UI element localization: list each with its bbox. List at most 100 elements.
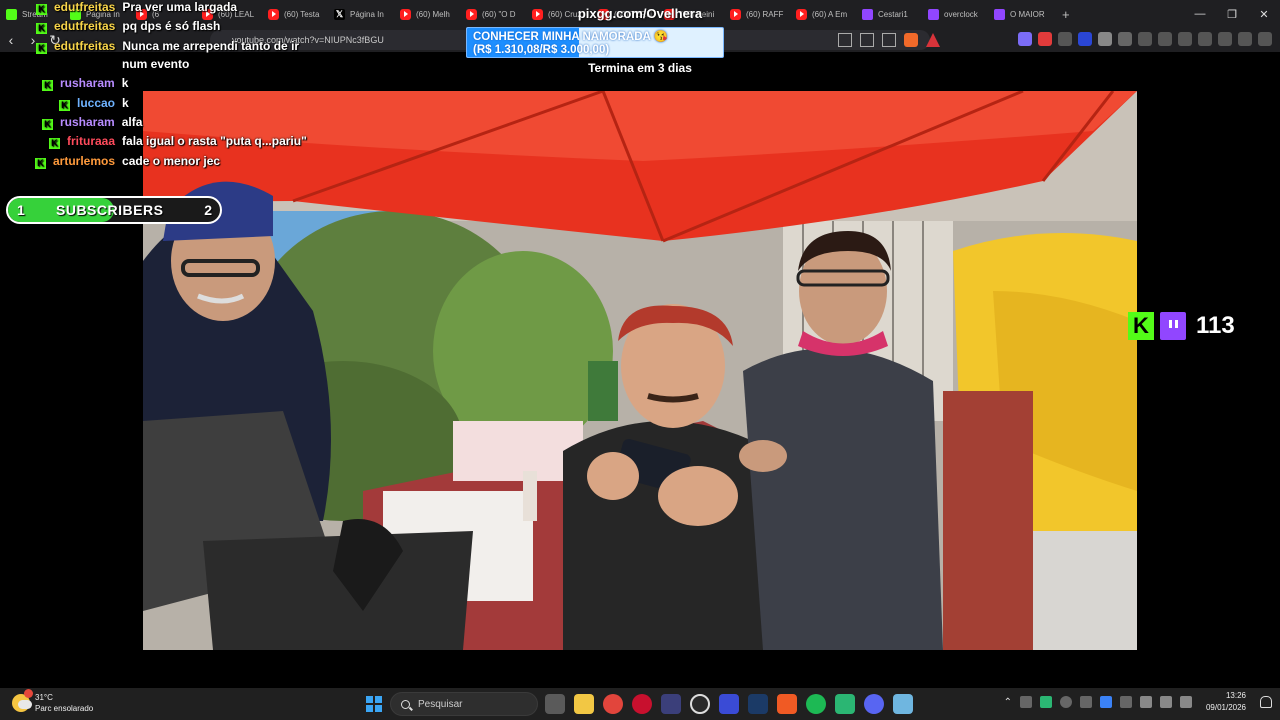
chat-message: Krusharam alfa <box>42 115 143 130</box>
chat-username: rusharam <box>60 76 115 90</box>
chat-message: Kluccao k <box>59 96 129 111</box>
twitch-icon <box>1160 312 1186 340</box>
search-placeholder: Pesquisar <box>418 698 463 710</box>
viewer-counter: K 113 <box>1128 312 1235 340</box>
kick-badge-icon: K <box>49 138 60 149</box>
chat-text: k <box>121 76 129 90</box>
app-icon[interactable] <box>835 694 855 714</box>
tray-icon[interactable] <box>1119 696 1132 708</box>
weather-temp: 31°C <box>35 693 53 702</box>
chat-text: Nunca me arrependi tanto de ir <box>122 39 300 53</box>
pix-title: pixgg.com/Ovelhera <box>577 6 703 21</box>
chevron-up-icon[interactable]: ⌃ <box>1004 697 1012 708</box>
puzzle-icon[interactable] <box>1138 32 1152 46</box>
clock-time: 13:26 <box>1225 691 1246 700</box>
donation-countdown: Termina em 3 dias <box>588 61 692 75</box>
weather-widget[interactable]: 31°C Parc ensolarado <box>12 689 94 714</box>
chat-text: alfa <box>121 115 143 129</box>
subscriber-goal-bar: 1 SUBSCRIBERS 2 <box>6 196 222 224</box>
microphone-icon[interactable] <box>1139 696 1152 708</box>
app-icon[interactable] <box>661 694 681 714</box>
chrome-icon[interactable] <box>603 694 623 714</box>
tray-icon[interactable] <box>1059 696 1072 708</box>
screen: Stream Página In (6 (60) LEAL (60) Testa 𝕏 Pág… <box>0 0 1280 720</box>
kick-badge-icon: K <box>36 23 47 34</box>
menu-icon[interactable] <box>1258 32 1272 46</box>
chat-username: luccao <box>77 96 116 110</box>
chat-message: Karturlemos cade o menor jec <box>35 154 221 169</box>
steam-icon[interactable] <box>748 694 768 714</box>
kick-badge-icon: K <box>42 80 53 91</box>
weather-badge <box>24 689 33 698</box>
donation-goal-value: (R$ 1.310,08/R$ 3.000,00) <box>473 44 610 56</box>
app-icon[interactable] <box>719 694 739 714</box>
windows-taskbar: 31°C Parc ensolarado Pesquisar ⌃ 13:26 0… <box>0 688 1280 720</box>
chat-username: frituraaa <box>67 134 116 148</box>
chat-text: k <box>122 96 129 110</box>
media-icon[interactable] <box>1158 32 1172 46</box>
kick-badge-icon: K <box>42 119 53 130</box>
kick-icon: K <box>1128 312 1154 340</box>
chat-message: Kfrituraaa fala igual o rasta "puta q...p… <box>49 134 307 149</box>
brave-icon[interactable] <box>777 694 797 714</box>
bookmark-icon[interactable] <box>882 33 896 47</box>
taskbar-search[interactable]: Pesquisar <box>390 692 538 716</box>
chat-username: arturlemos <box>53 154 116 168</box>
subscriber-label: SUBSCRIBERS <box>56 202 164 218</box>
chat-username: edutfreitas <box>54 19 116 33</box>
viewer-count: 113 <box>1196 312 1235 339</box>
extension-icon[interactable] <box>1018 32 1032 46</box>
start-button[interactable] <box>366 696 382 712</box>
notepad-icon[interactable] <box>893 694 913 714</box>
back-button[interactable]: ‹ <box>0 29 22 51</box>
shield-icon[interactable] <box>1238 32 1252 46</box>
clock-date: 09/01/2026 <box>1205 703 1246 712</box>
opera-icon[interactable] <box>632 694 652 714</box>
spotify-icon[interactable] <box>806 694 826 714</box>
bluetooth-icon[interactable] <box>1099 696 1112 708</box>
discord-icon[interactable] <box>864 694 884 714</box>
brave-rewards-icon[interactable] <box>926 33 940 47</box>
task-view-icon[interactable] <box>545 694 565 714</box>
extension-icon[interactable] <box>1098 32 1112 46</box>
extension-icon[interactable] <box>1038 32 1052 46</box>
tray-icon[interactable] <box>1039 696 1052 708</box>
chat-text: cade o menor jec <box>122 154 221 168</box>
wallet-icon[interactable] <box>1198 32 1212 46</box>
stream-video-frame <box>143 91 1137 650</box>
chat-username: edutfreitas <box>54 39 116 53</box>
extension-icon[interactable] <box>1058 32 1072 46</box>
system-tray: ⌃ 13:26 09/01/2026 <box>1004 690 1272 714</box>
chat-message: Kedutfreitas Nunca me arrependi tanto de … <box>36 39 300 54</box>
chat-username: rusharam <box>60 115 115 129</box>
search-icon <box>401 699 410 709</box>
extension-icon[interactable] <box>1078 32 1092 46</box>
obs-icon[interactable] <box>690 694 710 714</box>
brave-shield-icon[interactable] <box>904 33 918 47</box>
volume-icon[interactable] <box>1179 696 1192 708</box>
tray-icon[interactable] <box>1019 696 1032 708</box>
taskbar-apps <box>545 694 913 714</box>
chat-message: Krusharam k <box>42 76 129 91</box>
url-actions <box>838 33 940 47</box>
chat-text: pq dps é só flash <box>122 19 221 33</box>
sidebar-icon[interactable] <box>1178 32 1192 46</box>
stream-video[interactable] <box>143 91 1137 650</box>
cast-icon[interactable] <box>838 33 852 47</box>
extension-icon[interactable] <box>1118 32 1132 46</box>
network-icon[interactable] <box>1159 696 1172 708</box>
notification-bell-icon[interactable] <box>1260 696 1272 708</box>
clock[interactable]: 13:26 09/01/2026 <box>1206 690 1246 714</box>
subscriber-current: 1 <box>17 202 25 218</box>
file-explorer-icon[interactable] <box>574 694 594 714</box>
weather-desc: Parc ensolarado <box>35 704 94 713</box>
extension-icons <box>1018 32 1272 46</box>
share-icon[interactable] <box>860 33 874 47</box>
donation-goal-box: CONHECER MINHA NAMORADA 😘 (R$ 1.310,08/R… <box>466 27 724 58</box>
chat-text: fala igual o rasta "puta q...pariu" <box>122 134 307 148</box>
tray-icon[interactable] <box>1079 696 1092 708</box>
chat-message: Kedutfreitas pq dps é só flash <box>36 19 221 34</box>
donation-goal-title: CONHECER MINHA NAMORADA 😘 <box>473 31 668 43</box>
kick-badge-icon: K <box>59 100 70 111</box>
leo-icon[interactable] <box>1218 32 1232 46</box>
